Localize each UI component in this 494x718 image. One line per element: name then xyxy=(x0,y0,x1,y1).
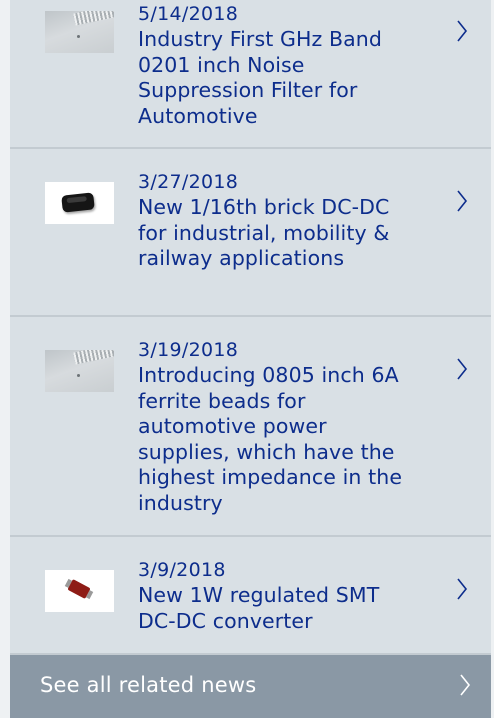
news-item[interactable]: 3/9/2018 New 1W regulated SMT DC-DC conv… xyxy=(10,537,491,655)
see-all-news-label: See all related news xyxy=(40,673,257,697)
news-text: 3/9/2018 New 1W regulated SMT DC-DC conv… xyxy=(138,559,410,634)
chevron-right-icon xyxy=(460,674,471,696)
news-date: 3/9/2018 xyxy=(138,559,226,581)
see-all-news-button[interactable]: See all related news xyxy=(10,655,491,718)
news-date: 3/27/2018 xyxy=(138,171,239,193)
news-item[interactable]: 3/19/2018 Introducing 0805 inch 6A ferri… xyxy=(10,317,491,537)
page-left-margin xyxy=(0,0,10,718)
chevron-right-icon[interactable] xyxy=(454,188,470,214)
news-item[interactable]: 5/14/2018 Industry First GHz Band 0201 i… xyxy=(10,0,491,149)
news-thumbnail xyxy=(45,350,114,392)
news-text: 3/19/2018 Introducing 0805 inch 6A ferri… xyxy=(138,339,410,516)
news-title-link[interactable]: New 1W regulated SMT DC-DC converter xyxy=(138,583,410,634)
chevron-right-icon[interactable] xyxy=(454,356,470,382)
news-title-link[interactable]: Introducing 0805 inch 6A ferrite beads f… xyxy=(138,363,410,516)
news-thumbnail xyxy=(45,570,114,612)
news-text: 5/14/2018 Industry First GHz Band 0201 i… xyxy=(138,3,410,129)
news-item[interactable]: 3/27/2018 New 1/16th brick DC-DC for ind… xyxy=(10,149,491,317)
news-thumbnail xyxy=(45,11,114,53)
chevron-right-icon[interactable] xyxy=(454,18,470,44)
news-title-link[interactable]: New 1/16th brick DC-DC for industrial, m… xyxy=(138,195,410,272)
news-title-link[interactable]: Industry First GHz Band 0201 inch Noise … xyxy=(138,27,410,129)
news-date: 5/14/2018 xyxy=(138,3,239,25)
related-news-list: 5/14/2018 Industry First GHz Band 0201 i… xyxy=(10,0,491,655)
news-date: 3/19/2018 xyxy=(138,339,239,361)
chevron-right-icon[interactable] xyxy=(454,576,470,602)
news-text: 3/27/2018 New 1/16th brick DC-DC for ind… xyxy=(138,171,410,272)
news-thumbnail xyxy=(45,182,114,224)
